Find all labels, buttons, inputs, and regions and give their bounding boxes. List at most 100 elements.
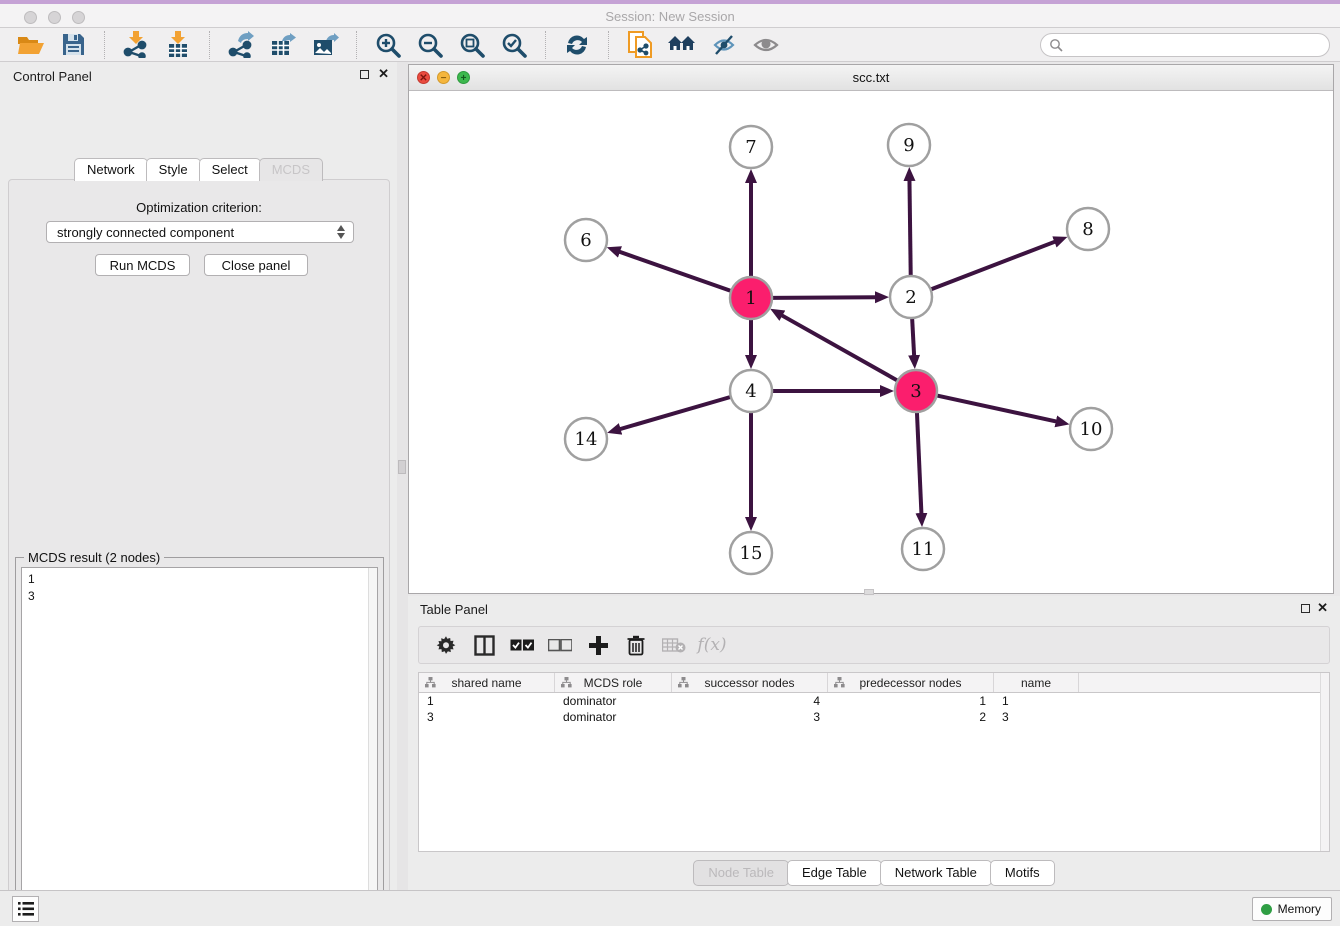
add-column-button[interactable] <box>583 630 613 660</box>
table-cell[interactable]: dominator <box>555 709 672 725</box>
zoom-in-button[interactable] <box>373 31 403 59</box>
splitter-grip[interactable] <box>398 460 406 474</box>
import-table-button[interactable] <box>163 31 193 59</box>
control-panel: Control Panel ✕ NetworkStyleSelectMCDS O… <box>0 62 397 890</box>
task-history-button[interactable] <box>12 896 39 922</box>
plus-icon <box>589 636 608 655</box>
hide-selected-eye-button[interactable] <box>709 31 739 59</box>
mcds-result-text[interactable]: 1 3 <box>21 567 378 926</box>
table-cell[interactable]: 3 <box>419 709 555 725</box>
float-table-panel-icon[interactable] <box>1301 604 1310 613</box>
export-table-icon <box>270 31 296 58</box>
graph-edge-3-11[interactable] <box>917 412 922 515</box>
table-cell[interactable]: 1 <box>994 693 1079 709</box>
tab-select[interactable]: Select <box>199 158 261 181</box>
checked-boxes-icon <box>510 639 534 652</box>
show-hidden-eye-button[interactable] <box>751 31 781 59</box>
tab-style[interactable]: Style <box>146 158 201 181</box>
run-mcds-button[interactable]: Run MCDS <box>95 254 190 276</box>
zoom-fit-icon <box>459 32 485 58</box>
optimization-criterion-select[interactable]: strongly connected component <box>46 221 354 243</box>
table-tab-edge-table[interactable]: Edge Table <box>787 860 882 886</box>
export-network-button[interactable] <box>226 31 256 59</box>
export-network-icon <box>228 31 254 58</box>
mcds-result-group: MCDS result (2 nodes) 1 3 <box>15 557 384 926</box>
memory-button[interactable]: Memory <box>1252 897 1332 921</box>
graph-edge-3-10[interactable] <box>937 395 1058 421</box>
table-scrollbar[interactable] <box>1320 673 1329 851</box>
import-network-button[interactable] <box>121 31 151 59</box>
graph-node-label-10: 10 <box>1080 419 1103 440</box>
show-all-homes-button[interactable] <box>667 31 697 59</box>
graph-svg: 7968124314101511 <box>409 91 1333 593</box>
table-cell[interactable]: 3 <box>672 709 828 725</box>
table-cell[interactable]: 1 <box>828 693 994 709</box>
network-window-titlebar[interactable]: ✕ − + scc.txt <box>409 65 1333 91</box>
table-cell[interactable]: 1 <box>419 693 555 709</box>
search-input[interactable] <box>1063 35 1329 55</box>
tab-network[interactable]: Network <box>74 158 148 181</box>
close-panel-button[interactable]: Close panel <box>204 254 308 276</box>
column-header-label: successor nodes <box>704 676 794 690</box>
clone-network-button[interactable] <box>625 31 655 59</box>
open-session-button[interactable] <box>16 31 46 59</box>
network-resize-grip[interactable] <box>864 589 874 595</box>
deselect-all-button[interactable] <box>545 630 575 660</box>
node-table[interactable]: shared nameMCDS role successor nodes prede… <box>418 672 1330 852</box>
table-cell[interactable]: dominator <box>555 693 672 709</box>
table-tab-node-table[interactable]: Node Table <box>693 860 789 886</box>
table-cell[interactable]: 4 <box>672 693 828 709</box>
folder-open-icon <box>17 34 45 56</box>
graph-edge-2-9[interactable] <box>909 179 910 276</box>
session-title: Session: New Session <box>0 9 1340 24</box>
zoom-selected-button[interactable] <box>499 31 529 59</box>
status-bar: Memory <box>0 890 1340 926</box>
trash-icon <box>627 635 645 656</box>
graph-edge-1-6[interactable] <box>618 251 731 291</box>
close-panel-icon[interactable]: ✕ <box>378 66 389 82</box>
graph-edge-2-3[interactable] <box>912 318 914 357</box>
graph-edge-1-2[interactable] <box>772 297 877 298</box>
table-tab-motifs[interactable]: Motifs <box>990 860 1055 886</box>
function-builder-button[interactable]: f(x) <box>697 630 727 660</box>
float-panel-icon[interactable] <box>360 70 369 79</box>
table-cell[interactable]: 2 <box>828 709 994 725</box>
table-tab-network-table[interactable]: Network Table <box>880 860 992 886</box>
graph-edge-3-1[interactable] <box>781 315 898 381</box>
application-window: Session: New Session <box>0 0 1340 926</box>
table-row[interactable]: 1dominator411 <box>419 693 1329 709</box>
result-scrollbar[interactable] <box>368 568 377 926</box>
table-cell[interactable]: 3 <box>994 709 1079 725</box>
column-header-successor-nodes[interactable]: successor nodes <box>672 673 828 692</box>
graph-edge-2-8[interactable] <box>931 241 1057 289</box>
delete-table-button[interactable] <box>659 630 689 660</box>
column-header-name[interactable]: name <box>994 673 1079 692</box>
table-settings-button[interactable] <box>431 630 461 660</box>
import-network-icon <box>123 31 149 58</box>
export-image-icon <box>312 31 339 58</box>
zoom-in-icon <box>375 32 401 58</box>
export-table-button[interactable] <box>268 31 298 59</box>
close-table-panel-icon[interactable]: ✕ <box>1317 600 1328 616</box>
delete-column-button[interactable] <box>621 630 651 660</box>
graph-edge-4-14[interactable] <box>619 397 731 430</box>
table-row[interactable]: 3dominator323 <box>419 709 1329 725</box>
select-all-button[interactable] <box>507 630 537 660</box>
save-session-button[interactable] <box>58 31 88 59</box>
column-header-predecessor-nodes[interactable]: predecessor nodes <box>828 673 994 692</box>
search-field[interactable] <box>1040 33 1330 57</box>
export-image-button[interactable] <box>310 31 340 59</box>
optimization-criterion-label: Optimization criterion: <box>9 200 389 215</box>
column-header-MCDS-role[interactable]: MCDS role <box>555 673 672 692</box>
column-header-shared-name[interactable]: shared name <box>419 673 555 692</box>
panel-splitter[interactable] <box>397 62 408 890</box>
column-view-button[interactable] <box>469 630 499 660</box>
refresh-button[interactable] <box>562 31 592 59</box>
import-table-icon <box>166 31 190 58</box>
zoom-fit-button[interactable] <box>457 31 487 59</box>
zoom-out-button[interactable] <box>415 31 445 59</box>
network-canvas[interactable]: 7968124314101511 <box>409 91 1333 593</box>
select-stepper-icon <box>336 224 347 240</box>
tab-mcds[interactable]: MCDS <box>259 158 323 181</box>
hierarchy-sort-icon <box>425 677 436 688</box>
